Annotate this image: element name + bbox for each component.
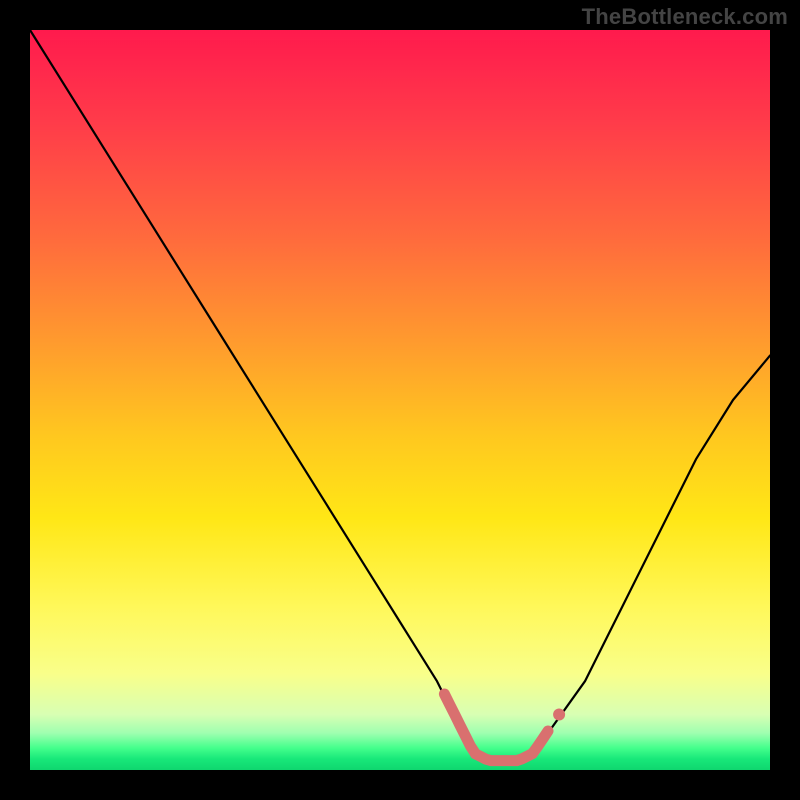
- watermark-text: TheBottleneck.com: [582, 4, 788, 30]
- flat-marker-dot: [553, 709, 565, 721]
- chart-frame: TheBottleneck.com: [0, 0, 800, 800]
- bottleneck-curve: [30, 30, 770, 770]
- flat-marker: [444, 694, 548, 761]
- plot-area: [30, 30, 770, 770]
- curve-path: [30, 30, 770, 763]
